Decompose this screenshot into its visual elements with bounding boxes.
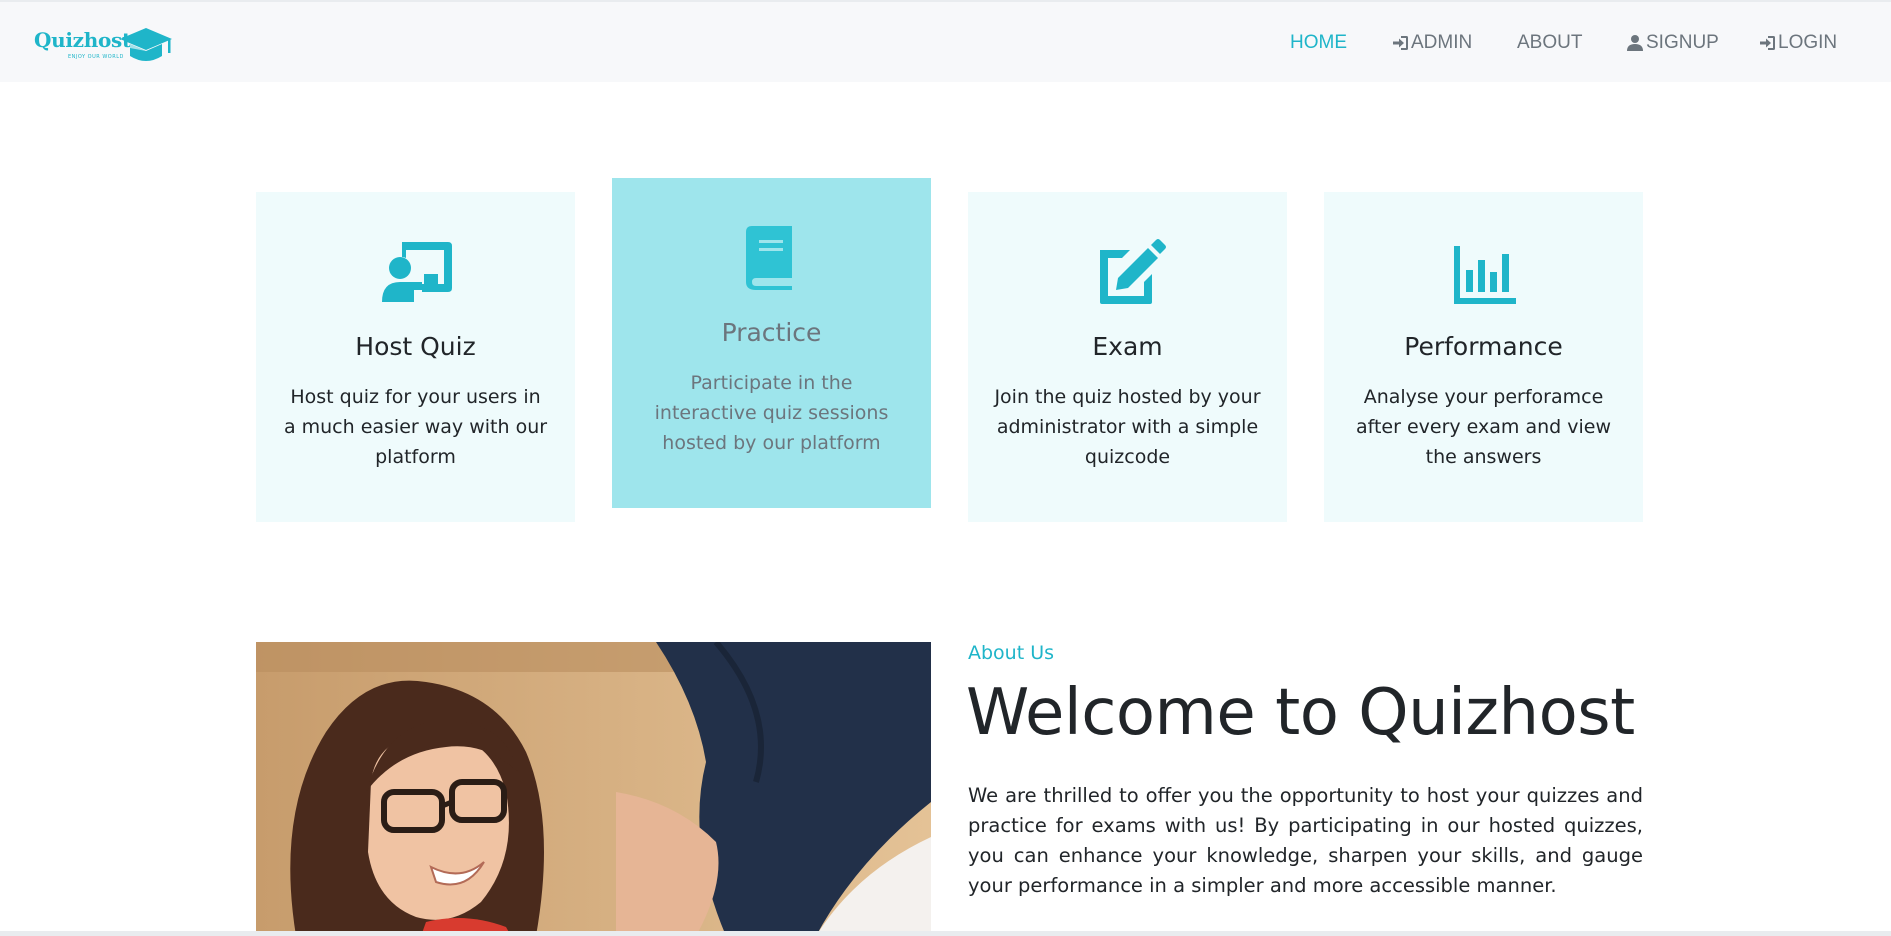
feature-description: Participate in the interactive quiz sess… — [654, 372, 889, 454]
feature-description: Analyse your perforamce after every exam… — [1355, 386, 1612, 468]
book-icon — [745, 226, 792, 290]
feature-title: Host Quiz — [355, 332, 476, 361]
edit-icon — [1099, 239, 1166, 304]
feature-card-performance[interactable]: Performance Analyse your perforamce afte… — [1324, 192, 1643, 522]
sign-in-icon — [1393, 36, 1408, 50]
sign-in-icon — [1760, 36, 1775, 50]
nav-admin-label: ADMIN — [1411, 32, 1473, 53]
feature-title: Practice — [721, 318, 822, 347]
nav-signup[interactable]: SIGNUP — [1626, 32, 1719, 54]
nav-login-label: LOGIN — [1778, 32, 1838, 53]
feature-title: Exam — [1092, 332, 1163, 361]
logo-tagline: ENJOY OUR WORLD — [68, 54, 124, 60]
about-title: Welcome to Quizhost — [966, 676, 1635, 750]
feature-card-host-quiz[interactable]: Host Quiz Host quiz for your users in a … — [256, 192, 575, 522]
about-kicker: About Us — [968, 642, 1055, 664]
chalkboard-teacher-icon — [381, 242, 452, 302]
feature-card-practice[interactable]: Practice Participate in the interactive … — [612, 178, 931, 508]
feature-description: Join the quiz hosted by your administrat… — [994, 386, 1261, 468]
about-text: We are thrilled to offer you the opportu… — [968, 784, 1643, 897]
brand-logo[interactable]: Quizhost ENJOY OUR WORLD — [34, 24, 174, 64]
top-navbar: Quizhost ENJOY OUR WORLD HOME ADMIN ABOU… — [0, 0, 1891, 82]
feature-title: Performance — [1404, 332, 1563, 361]
nav-about-label: ABOUT — [1517, 32, 1583, 53]
nav-login[interactable]: LOGIN — [1758, 32, 1837, 54]
nav-admin[interactable]: ADMIN — [1391, 32, 1472, 54]
nav-home[interactable]: HOME — [1290, 32, 1347, 54]
feature-card-exam[interactable]: Exam Join the quiz hosted by your admini… — [968, 192, 1287, 522]
user-icon — [1627, 35, 1643, 51]
graduation-cap-icon — [120, 28, 172, 61]
logo-text: Quizhost — [34, 28, 131, 52]
nav-home-label: HOME — [1290, 32, 1347, 53]
nav-signup-label: SIGNUP — [1646, 32, 1719, 53]
feature-description: Host quiz for your users in a much easie… — [283, 386, 548, 468]
nav-about[interactable]: ABOUT — [1517, 32, 1582, 54]
bar-chart-icon — [1453, 246, 1516, 304]
bottom-divider — [0, 931, 1891, 936]
about-photo — [256, 642, 931, 936]
students-photo — [256, 642, 931, 936]
